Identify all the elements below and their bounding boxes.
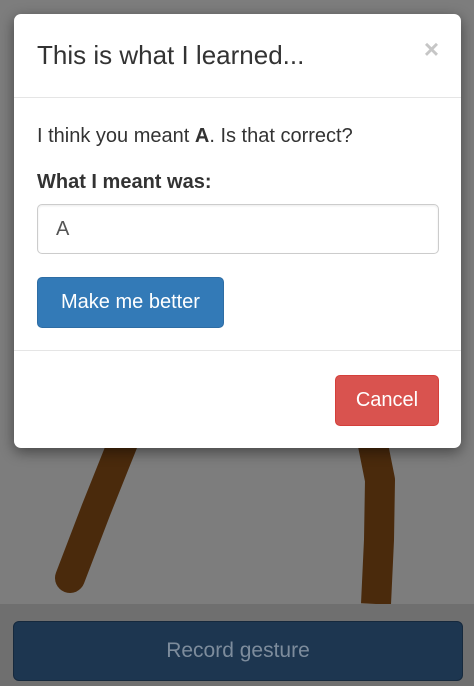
learned-dialog: This is what I learned... × I think you … <box>14 14 461 448</box>
make-me-better-button[interactable]: Make me better <box>37 277 224 328</box>
prompt-suffix: . Is that correct? <box>209 125 353 147</box>
dialog-footer: Cancel <box>14 351 461 448</box>
prompt-text: I think you meant A. Is that correct? <box>37 125 353 148</box>
gesture-stroke-left <box>55 425 139 593</box>
prompt-prefix: I think you meant <box>37 125 195 147</box>
dialog-header: This is what I learned... × <box>14 14 461 98</box>
cancel-button[interactable]: Cancel <box>335 375 439 426</box>
guessed-letter: A <box>194 125 210 147</box>
close-icon[interactable]: × <box>424 36 439 62</box>
meant-input[interactable] <box>37 204 439 254</box>
gesture-stroke-right <box>357 437 395 604</box>
dialog-body: I think you meant A. Is that correct? Wh… <box>14 98 461 351</box>
meant-field-label: What I meant was: <box>37 171 212 193</box>
dialog-title: This is what I learned... <box>37 40 305 70</box>
record-gesture-button[interactable]: Record gesture <box>13 621 463 681</box>
